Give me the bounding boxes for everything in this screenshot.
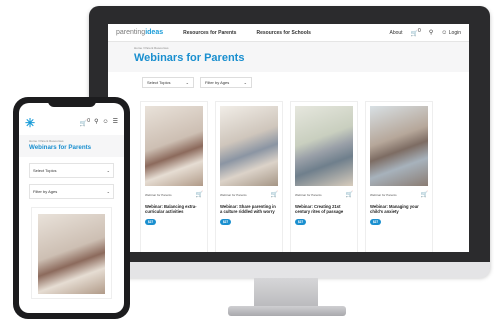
cart-icon[interactable]: 🛒0 [80, 118, 91, 128]
card-category: Webinar for Parents [220, 193, 247, 197]
chevron-down-icon: ⌄ [106, 189, 110, 194]
login-link[interactable]: ☺ Login [441, 30, 461, 36]
product-card[interactable]: Webinar for Parents 🛒 Webinar: Creating 2… [290, 101, 358, 252]
product-image[interactable] [370, 106, 428, 186]
cart-icon[interactable]: 🛒0 [411, 27, 421, 37]
logo-icon[interactable]: ✳ [25, 116, 35, 130]
mobile-header-icons: 🛒0 ⚲ ☺ ☰ [80, 118, 118, 128]
filter-ages-dropdown[interactable]: Filter by Ages ⌄ [29, 184, 114, 199]
card-meta: Webinar for Parents 🛒 [366, 186, 432, 198]
card-title[interactable]: Webinar: Balancing extra-curricular acti… [141, 198, 207, 216]
select-topics-label: Select Topics [33, 168, 57, 173]
nav-link-schools[interactable]: Resources for Schools [256, 30, 310, 36]
card-category: Webinar for Parents [370, 193, 397, 197]
logo-text: parenting [116, 29, 146, 36]
login-label: Login [448, 29, 461, 36]
price-badge: $27 [145, 219, 156, 225]
product-grid: Webinar for Parents 🛒 Webinar: Balancing … [108, 93, 469, 252]
nav-link-parents[interactable]: Resources for Parents [183, 30, 236, 36]
select-topics-dropdown[interactable]: Select Topics ⌄ [29, 163, 114, 178]
page-title: Webinars for Parents [134, 52, 245, 64]
nav-links: Resources for Parents Resources for Scho… [183, 30, 311, 36]
product-card[interactable]: Webinar for Parents 🛒 Webinar: Managing y… [365, 101, 433, 252]
phone-notch [48, 98, 96, 107]
card-title[interactable]: Webinar: Managing your child's anxiety [366, 198, 432, 216]
filter-ages-label: Filter by Ages [33, 189, 58, 194]
product-card[interactable]: Webinar for Parents 🛒 Webinar: Balancing … [140, 101, 208, 252]
filters: Select Topics ⌄ Filter by Ages ⌄ [108, 72, 469, 93]
filter-ages-label: Filter by Ages [205, 80, 230, 85]
user-icon: ☺ [441, 29, 448, 36]
filter-ages-dropdown[interactable]: Filter by Ages ⌄ [200, 77, 252, 88]
product-image[interactable] [295, 106, 353, 186]
card-meta: Webinar for Parents 🛒 [141, 186, 207, 198]
chevron-down-icon: ⌄ [243, 80, 247, 85]
chevron-down-icon: ⌄ [106, 168, 110, 173]
product-image[interactable] [220, 106, 278, 186]
search-icon[interactable]: ⚲ [429, 30, 433, 36]
card-meta: Webinar for Parents 🛒 [291, 186, 357, 198]
price-badge: $27 [370, 219, 381, 225]
menu-icon[interactable]: ☰ [113, 119, 118, 127]
logo-accent: ideas [145, 29, 164, 36]
breadcrumb[interactable]: Home / Parent Resources [134, 46, 443, 50]
select-topics-label: Select Topics [147, 80, 171, 85]
top-nav: parentingideas Resources for Parents Res… [108, 24, 469, 42]
search-icon[interactable]: ⚲ [94, 119, 98, 127]
nav-link-about[interactable]: About [389, 30, 402, 36]
price-badge: $27 [220, 219, 231, 225]
page-header: Home / Parent Resources Webinars for Par… [108, 42, 469, 72]
mobile-page-header: Home / Parent Resources Webinars for Par… [19, 135, 124, 157]
card-category: Webinar for Parents [145, 193, 172, 197]
monitor-stand-base [228, 306, 346, 316]
device-mockup: parentingideas Resources for Parents Res… [0, 0, 494, 322]
card-meta: Webinar for Parents 🛒 [216, 186, 282, 198]
page-title: Webinars for Parents [29, 144, 92, 151]
logo[interactable]: parentingideas [116, 29, 163, 36]
cart-count: 0 [87, 118, 91, 124]
cart-count: 0 [418, 27, 421, 34]
chevron-down-icon: ⌄ [185, 80, 189, 85]
monitor-chin [89, 262, 490, 278]
product-image[interactable] [145, 106, 203, 186]
nav-right: About 🛒0 ⚲ ☺ Login [389, 27, 461, 37]
user-icon[interactable]: ☺ [102, 119, 108, 127]
mobile-screen: ✳ 🛒0 ⚲ ☺ ☰ Home / Parent Resources Webin… [19, 103, 124, 313]
price-badge: $27 [295, 219, 306, 225]
product-image[interactable] [38, 214, 105, 294]
card-category: Webinar for Parents [295, 193, 322, 197]
breadcrumb[interactable]: Home / Parent Resources [29, 139, 114, 143]
select-topics-dropdown[interactable]: Select Topics ⌄ [142, 77, 194, 88]
mobile-header: ✳ 🛒0 ⚲ ☺ ☰ [19, 111, 124, 135]
desktop-screen: parentingideas Resources for Parents Res… [108, 24, 469, 252]
monitor-stand-neck [254, 278, 318, 308]
product-card[interactable]: Webinar for Parents 🛒 Webinar: Share pare… [215, 101, 283, 252]
product-card[interactable] [31, 207, 112, 299]
card-title[interactable]: Webinar: Creating 21st century rites of … [291, 198, 357, 216]
card-title[interactable]: Webinar: Share parenting in a culture ri… [216, 198, 282, 216]
